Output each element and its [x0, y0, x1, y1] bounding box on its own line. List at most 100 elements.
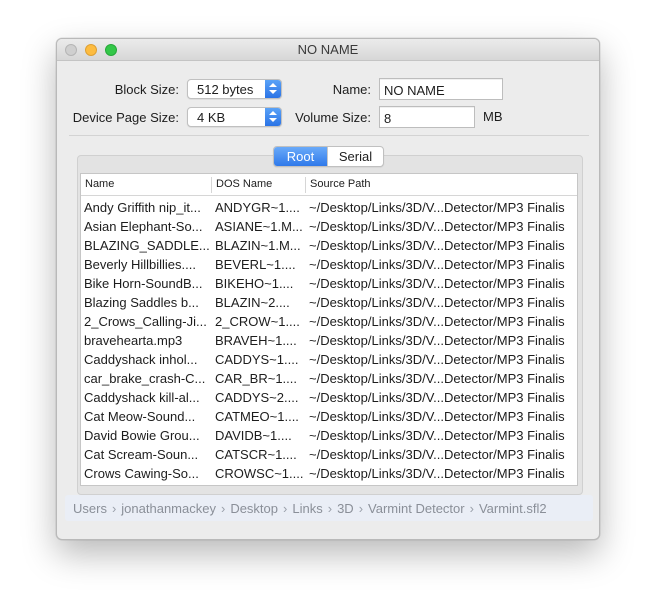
cell-dos-name: CATMEO~1....: [215, 409, 299, 424]
title-bar[interactable]: NO NAME: [57, 39, 599, 61]
table-row[interactable]: bravehearta.mp3 BRAVEH~1.... ~/Desktop/Lin…: [81, 331, 577, 350]
cell-source-path: ~/Desktop/Links/3D/V...Detector/MP3 Fina…: [309, 257, 565, 272]
cell-name: Blazing Saddles b...: [84, 295, 199, 310]
cell-dos-name: ASIANE~1.M...: [215, 219, 303, 234]
cell-name: car_brake_crash-C...: [84, 371, 206, 386]
cell-name: Crows Cawing-So...: [84, 466, 199, 481]
table-row[interactable]: Crows Cawing-So... CROWSC~1.... ~/Desktop/…: [81, 464, 577, 483]
cell-source-path: ~/Desktop/Links/3D/V...Detector/MP3 Fina…: [309, 447, 565, 462]
tab-root[interactable]: Root: [274, 147, 327, 166]
cell-dos-name: BRAVEH~1....: [215, 333, 297, 348]
cell-name: Cat Meow-Sound...: [84, 409, 196, 424]
chevron-right-icon: ›: [469, 501, 474, 516]
table-row[interactable]: car_brake_crash-C... CAR_BR~1.... ~/Deskto…: [81, 369, 577, 388]
cell-name: Caddyshack kill-al...: [84, 390, 200, 405]
table-row[interactable]: Bike Horn-SoundB... BIKEHO~1.... ~/Desktop…: [81, 274, 577, 293]
cell-source-path: ~/Desktop/Links/3D/V...Detector/MP3 Fina…: [309, 409, 565, 424]
cell-name: Bike Horn-SoundB...: [84, 276, 203, 291]
cell-dos-name: BEVERL~1....: [215, 257, 296, 272]
cell-name: BLAZING_SADDLE...: [84, 238, 210, 253]
breadcrumb-item[interactable]: jonathanmackey: [121, 501, 216, 516]
table-row[interactable]: David Bowie Grou... DAVIDB~1.... ~/Desktop…: [81, 426, 577, 445]
cell-dos-name: CATSCR~1....: [215, 447, 297, 462]
separator: [69, 135, 589, 136]
breadcrumb-item[interactable]: 3D: [337, 501, 354, 516]
column-divider[interactable]: [211, 177, 212, 193]
cell-name: 2_Crows_Calling-Ji...: [84, 314, 207, 329]
cell-source-path: ~/Desktop/Links/3D/V...Detector/MP3 Fina…: [309, 428, 565, 443]
path-bar: Users › jonathanmackey › Desktop › Links › 3D › Va…: [65, 495, 593, 521]
root-serial-segmented-control[interactable]: Root Serial: [273, 146, 384, 167]
table-row[interactable]: BLAZING_SADDLE... BLAZIN~1.M... ~/Desktop/…: [81, 236, 577, 255]
column-header-name[interactable]: Name: [85, 178, 114, 190]
breadcrumb-item[interactable]: Desktop: [230, 501, 278, 516]
table-row[interactable]: Cat Meow-Sound... CATMEO~1.... ~/Desktop/L…: [81, 407, 577, 426]
table-row[interactable]: Cat Scream-Soun... CATSCR~1.... ~/Desktop/…: [81, 445, 577, 464]
cell-dos-name: DAVIDB~1....: [215, 428, 292, 443]
device-page-size-popup[interactable]: 4 KB: [187, 107, 282, 127]
name-field[interactable]: [379, 78, 503, 100]
block-size-popup[interactable]: 512 bytes: [187, 79, 282, 99]
block-size-value: 512 bytes: [197, 82, 254, 97]
cell-name: Caddyshack inhol...: [84, 352, 198, 367]
chevron-right-icon: ›: [111, 501, 117, 516]
cell-dos-name: CROWSC~1....: [215, 466, 304, 481]
cell-name: Cat Scream-Soun...: [84, 447, 199, 462]
table-row[interactable]: Asian Elephant-So... ASIANE~1.M... ~/Deskt…: [81, 217, 577, 236]
column-header-source-path[interactable]: Source Path: [310, 178, 371, 190]
chevron-right-icon: ›: [327, 501, 333, 516]
table-row[interactable]: Caddyshack inhol... CADDYS~1.... ~/Desktop…: [81, 350, 577, 369]
breadcrumb-item[interactable]: Users: [73, 501, 107, 516]
breadcrumb: Users › jonathanmackey › Desktop › Links › 3D › Va…: [73, 501, 547, 516]
tab-serial[interactable]: Serial: [327, 147, 383, 166]
device-page-size-value: 4 KB: [197, 110, 226, 125]
breadcrumb-item[interactable]: Varmint Detector: [368, 501, 465, 516]
column-divider[interactable]: [305, 177, 306, 193]
cell-dos-name: BLAZIN~1.M...: [215, 238, 301, 253]
cell-source-path: ~/Desktop/Links/3D/V...Detector/MP3 Fina…: [309, 390, 565, 405]
cell-source-path: ~/Desktop/Links/3D/V...Detector/MP3 Fina…: [309, 238, 565, 253]
cell-source-path: ~/Desktop/Links/3D/V...Detector/MP3 Fina…: [309, 219, 565, 234]
cell-source-path: ~/Desktop/Links/3D/V...Detector/MP3 Fina…: [309, 295, 565, 310]
name-label: Name:: [332, 82, 371, 97]
cell-source-path: ~/Desktop/Links/3D/V...Detector/MP3 Fina…: [309, 200, 565, 215]
cell-source-path: ~/Desktop/Links/3D/V...Detector/MP3 Fina…: [309, 466, 565, 481]
popup-arrows-icon: [265, 80, 281, 98]
cell-dos-name: BLAZIN~2....: [215, 295, 290, 310]
cell-name: Asian Elephant-So...: [84, 219, 203, 234]
cell-dos-name: BIKEHO~1....: [215, 276, 294, 291]
app-window: NO NAME Block Size: 512 bytes Device Pag…: [56, 38, 600, 540]
volume-size-label: Volume Size:: [295, 110, 371, 125]
table-row[interactable]: 2_Crows_Calling-Ji... 2_CROW~1.... ~/Deskt…: [81, 312, 577, 331]
cell-source-path: ~/Desktop/Links/3D/V...Detector/MP3 Fina…: [309, 276, 565, 291]
cell-source-path: ~/Desktop/Links/3D/V...Detector/MP3 Fina…: [309, 352, 565, 367]
breadcrumb-item[interactable]: Links: [292, 501, 322, 516]
cell-dos-name: CADDYS~1....: [215, 352, 299, 367]
chevron-right-icon: ›: [358, 501, 364, 516]
table-row[interactable]: Caddyshack kill-al... CADDYS~2.... ~/Deskt…: [81, 388, 577, 407]
block-size-label: Block Size:: [114, 82, 179, 97]
window-title: NO NAME: [297, 42, 359, 57]
volume-size-unit: MB: [483, 109, 503, 124]
column-header-dos-name[interactable]: DOS Name: [216, 178, 272, 190]
cell-dos-name: 2_CROW~1....: [215, 314, 300, 329]
breadcrumb-item[interactable]: Varmint.sfl2: [479, 501, 547, 516]
table-header: Name DOS Name Source Path: [81, 174, 577, 196]
file-table[interactable]: Name DOS Name Source Path Andy Griffith …: [80, 173, 578, 486]
table-row[interactable]: Beverly Hillbillies.... BEVERL~1.... ~/Des…: [81, 255, 577, 274]
cell-source-path: ~/Desktop/Links/3D/V...Detector/MP3 Fina…: [309, 371, 565, 386]
table-row[interactable]: Blazing Saddles b... BLAZIN~2.... ~/Deskto…: [81, 293, 577, 312]
cell-name: Andy Griffith nip_it...: [84, 200, 201, 215]
cell-dos-name: CADDYS~2....: [215, 390, 299, 405]
table-body: Andy Griffith nip_it... ANDYGR~1.... ~/Des…: [81, 198, 577, 483]
cell-dos-name: ANDYGR~1....: [215, 200, 300, 215]
cell-dos-name: CAR_BR~1....: [215, 371, 298, 386]
cell-name: David Bowie Grou...: [84, 428, 200, 443]
popup-arrows-icon: [265, 108, 281, 126]
volume-size-field[interactable]: [379, 106, 475, 128]
chevron-right-icon: ›: [220, 501, 226, 516]
device-page-size-label: Device Page Size:: [72, 110, 179, 125]
cell-name: Beverly Hillbillies....: [84, 257, 196, 272]
table-row[interactable]: Andy Griffith nip_it... ANDYGR~1.... ~/Des…: [81, 198, 577, 217]
chevron-right-icon: ›: [283, 501, 288, 516]
